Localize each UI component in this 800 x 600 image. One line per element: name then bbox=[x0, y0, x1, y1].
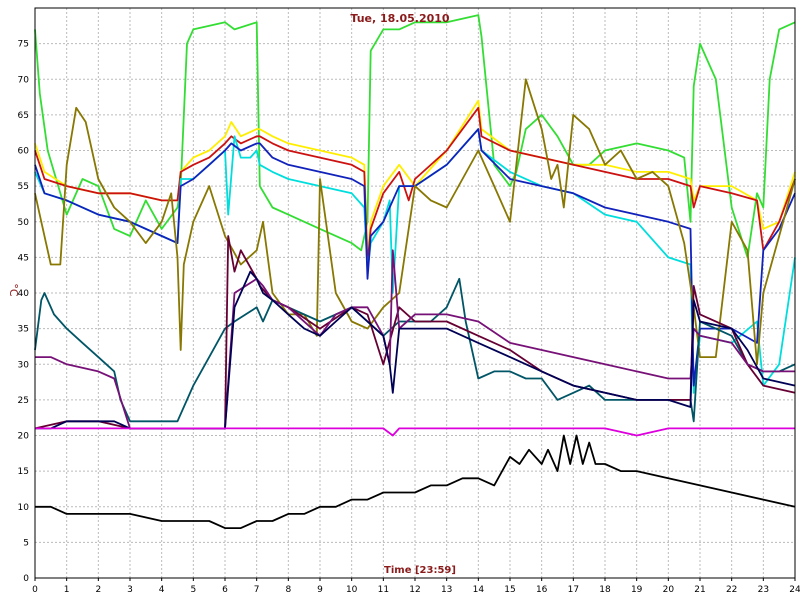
x-tick-label: 0 bbox=[32, 585, 38, 595]
y-tick-label: 5 bbox=[23, 538, 29, 548]
y-tick-label: 50 bbox=[18, 218, 30, 228]
x-tick-label: 3 bbox=[127, 585, 133, 595]
x-tick-label: 17 bbox=[568, 585, 579, 595]
y-tick-label: 25 bbox=[18, 396, 29, 406]
x-tick-label: 6 bbox=[222, 585, 228, 595]
x-tick-label: 14 bbox=[473, 585, 485, 595]
y-tick-label: 15 bbox=[18, 467, 29, 477]
x-tick-label: 11 bbox=[378, 585, 389, 595]
y-tick-label: 65 bbox=[18, 111, 29, 121]
x-tick-label: 9 bbox=[317, 585, 323, 595]
x-tick-label: 2 bbox=[95, 585, 101, 595]
x-tick-label: 13 bbox=[441, 585, 452, 595]
y-tick-label: 60 bbox=[18, 147, 30, 157]
chart-background bbox=[0, 0, 800, 600]
x-tick-label: 10 bbox=[346, 585, 358, 595]
y-axis-label: °C bbox=[7, 283, 20, 297]
x-tick-label: 22 bbox=[726, 585, 737, 595]
y-tick-label: 35 bbox=[18, 325, 29, 335]
x-tick-label: 24 bbox=[789, 585, 800, 595]
x-tick-label: 18 bbox=[599, 585, 611, 595]
x-tick-label: 8 bbox=[285, 585, 291, 595]
y-tick-label: 55 bbox=[18, 182, 29, 192]
x-tick-label: 1 bbox=[64, 585, 70, 595]
x-tick-label: 19 bbox=[631, 585, 643, 595]
y-tick-label: 30 bbox=[18, 360, 30, 370]
chart-title: Tue, 18.05.2010 bbox=[350, 12, 450, 25]
x-tick-label: 5 bbox=[190, 585, 196, 595]
line-chart: 0 1 2 3 4 5 6 7 8 9 10 11 12 13 14 15 16 17 18 19 20 21 22 23 24… bbox=[0, 0, 800, 600]
y-tick-label: 0 bbox=[23, 574, 29, 584]
y-tick-label: 75 bbox=[18, 40, 29, 50]
y-tick-label: 70 bbox=[18, 75, 30, 85]
x-tick-label: 7 bbox=[254, 585, 260, 595]
x-axis-label: Time [23:59] bbox=[384, 565, 456, 576]
x-tick-label: 23 bbox=[758, 585, 769, 595]
x-tick-label: 12 bbox=[409, 585, 420, 595]
y-tick-label: 20 bbox=[18, 432, 30, 442]
x-tick-label: 4 bbox=[159, 585, 165, 595]
y-tick-label: 45 bbox=[18, 253, 29, 263]
y-tick-label: 10 bbox=[18, 503, 30, 513]
x-tick-label: 15 bbox=[504, 585, 515, 595]
x-tick-label: 21 bbox=[694, 585, 705, 595]
x-tick-label: 16 bbox=[536, 585, 548, 595]
x-tick-label: 20 bbox=[663, 585, 675, 595]
